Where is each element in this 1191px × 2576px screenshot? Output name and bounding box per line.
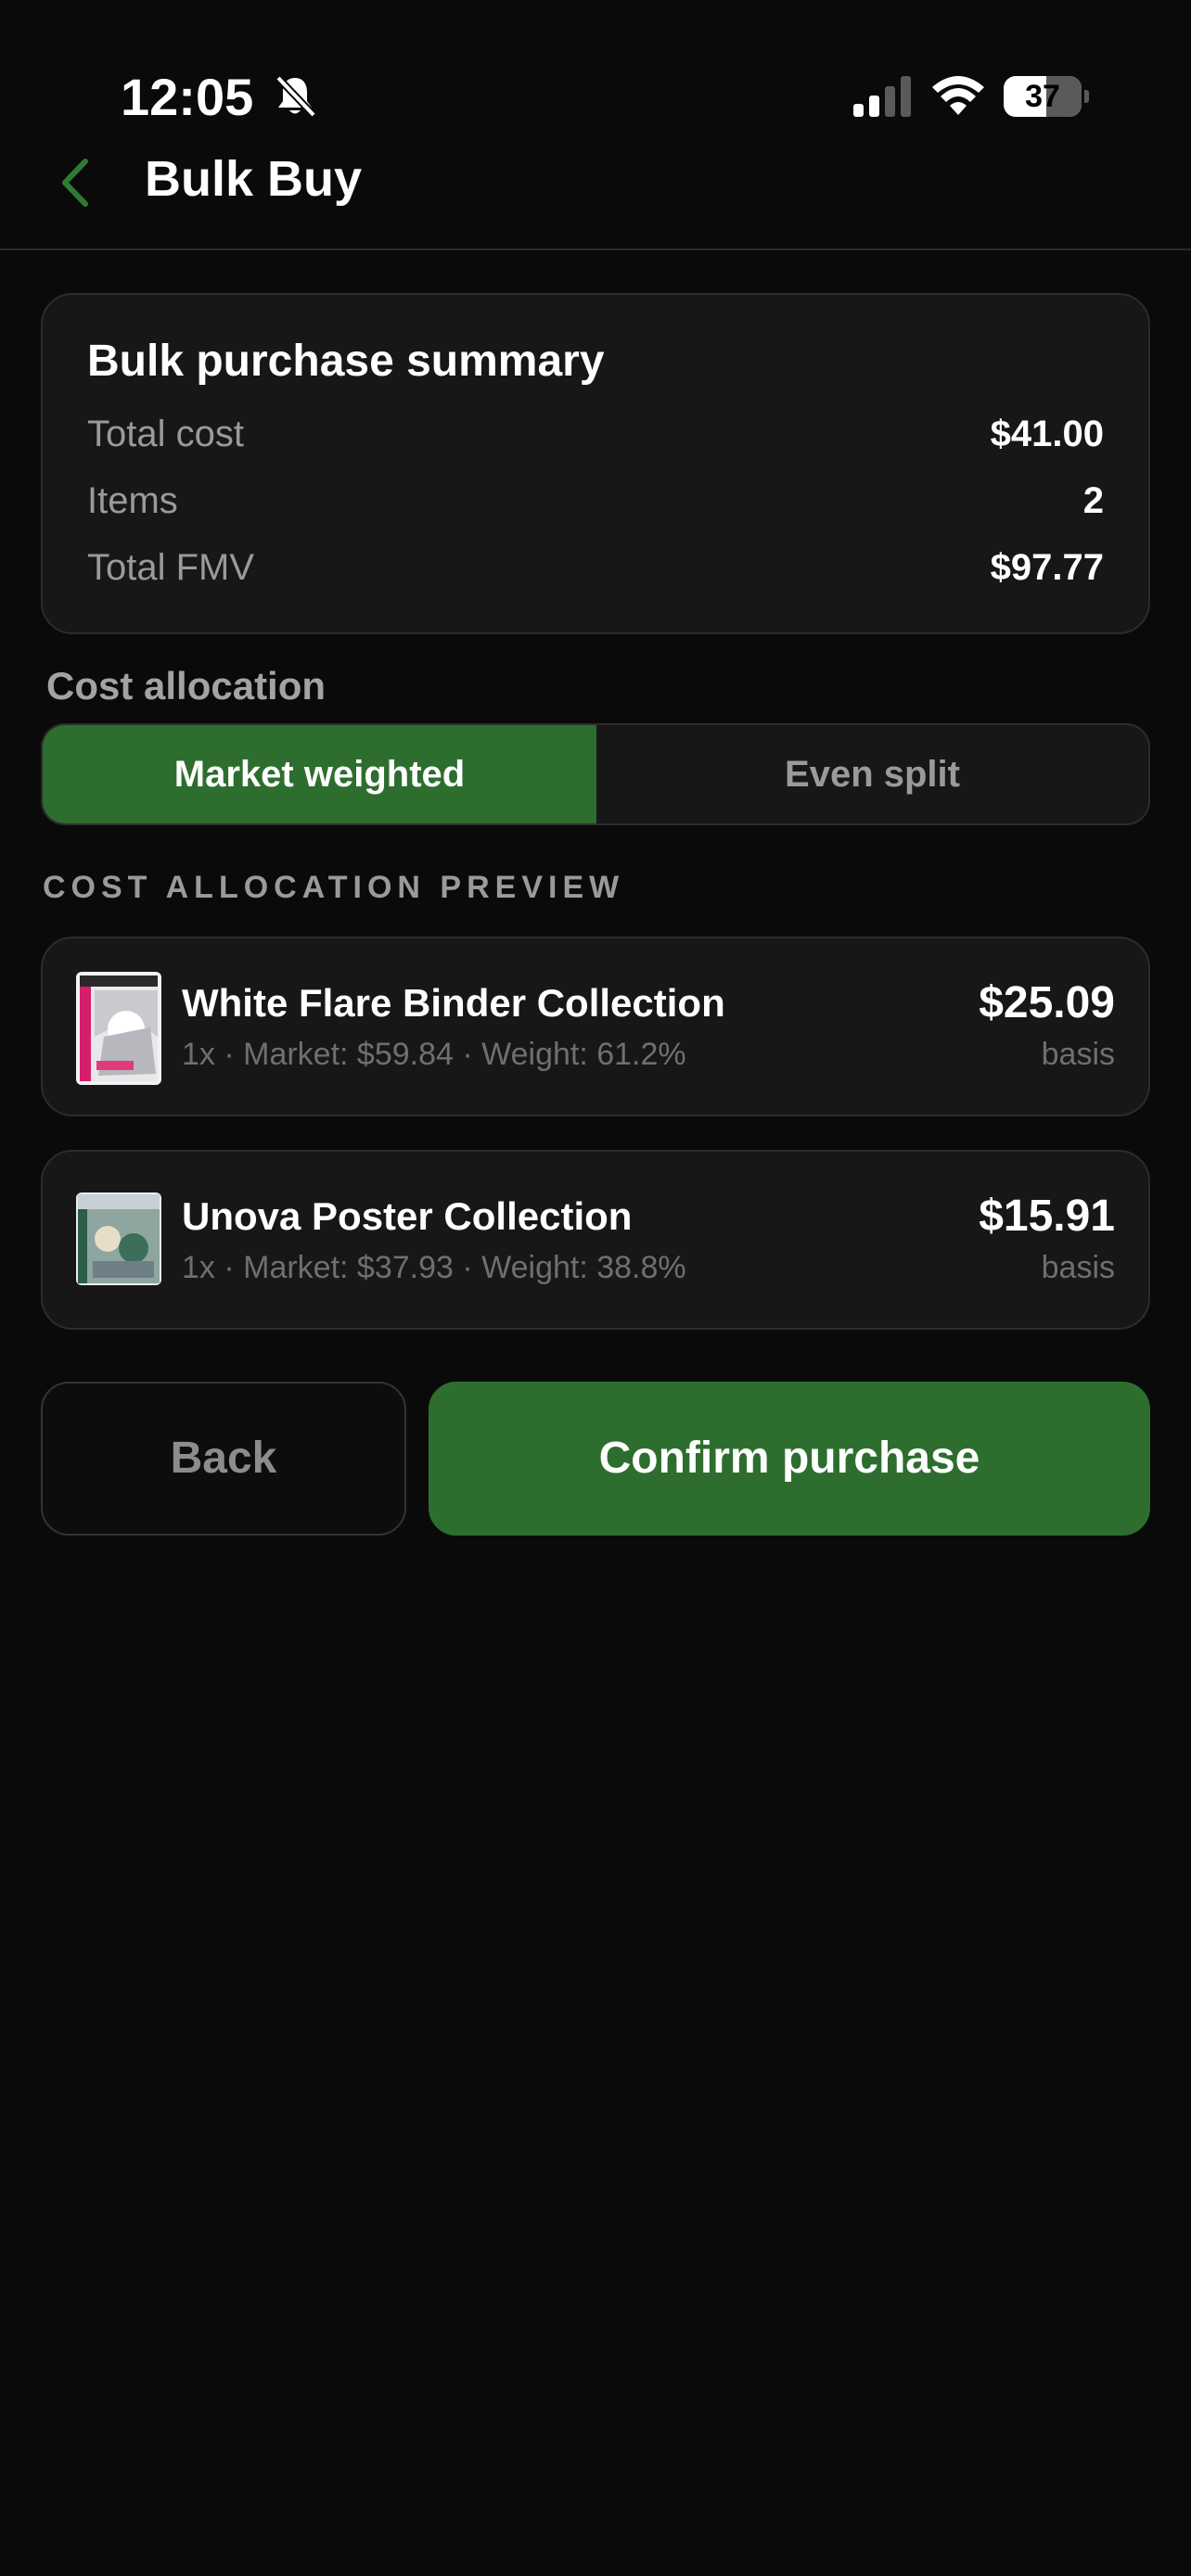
- summary-row-items: Items 2: [87, 480, 1104, 536]
- summary-card: Bulk purchase summary Total cost $41.00 …: [41, 293, 1150, 634]
- chevron-left-icon[interactable]: [56, 156, 98, 210]
- item-details: 1x · Market: $59.84 · Weight: 61.2%: [182, 1037, 686, 1072]
- segment-market-weighted[interactable]: Market weighted: [43, 725, 596, 823]
- confirm-purchase-button[interactable]: Confirm purchase: [429, 1382, 1150, 1536]
- product-thumbnail: [76, 1192, 161, 1285]
- summary-label: Items: [87, 480, 178, 521]
- item-price: $25.09: [979, 978, 1115, 1027]
- product-thumbnail: [76, 972, 161, 1085]
- battery-icon: 37: [1004, 76, 1089, 117]
- item-basis-label: basis: [1041, 1037, 1115, 1072]
- item-details: 1x · Market: $37.93 · Weight: 38.8%: [182, 1250, 686, 1285]
- item-price: $15.91: [979, 1192, 1115, 1241]
- summary-row-total-fmv: Total FMV $97.77: [87, 547, 1104, 603]
- segment-even-split[interactable]: Even split: [596, 725, 1148, 823]
- cost-allocation-label: Cost allocation: [46, 664, 327, 708]
- page-title: Bulk Buy: [145, 151, 363, 207]
- back-button[interactable]: Back: [41, 1382, 406, 1536]
- item-basis-label: basis: [1041, 1250, 1115, 1285]
- summary-label: Total FMV: [87, 547, 255, 588]
- wifi-icon: [932, 76, 984, 115]
- cost-allocation-segmented-control: Market weighted Even split: [41, 723, 1150, 825]
- summary-title: Bulk purchase summary: [87, 337, 605, 386]
- list-item: White Flare Binder Collection 1x · Marke…: [41, 937, 1150, 1116]
- status-time: 12:05: [121, 68, 254, 126]
- list-item: Unova Poster Collection 1x · Market: $37…: [41, 1150, 1150, 1330]
- summary-label: Total cost: [87, 414, 244, 454]
- summary-value: 2: [1082, 480, 1104, 521]
- status-bar: 12:05 37: [0, 0, 1191, 139]
- summary-value: $41.00: [990, 414, 1104, 454]
- bell-slash-icon: [275, 75, 316, 118]
- summary-value: $97.77: [990, 547, 1104, 588]
- summary-row-total-cost: Total cost $41.00: [87, 414, 1104, 469]
- item-name: White Flare Binder Collection: [182, 981, 725, 1025]
- item-name: Unova Poster Collection: [182, 1194, 633, 1238]
- nav-header: Bulk Buy: [0, 139, 1191, 250]
- cellular-signal-icon: [853, 76, 911, 117]
- preview-heading: COST ALLOCATION PREVIEW: [43, 870, 625, 905]
- battery-level: 37: [1025, 79, 1060, 114]
